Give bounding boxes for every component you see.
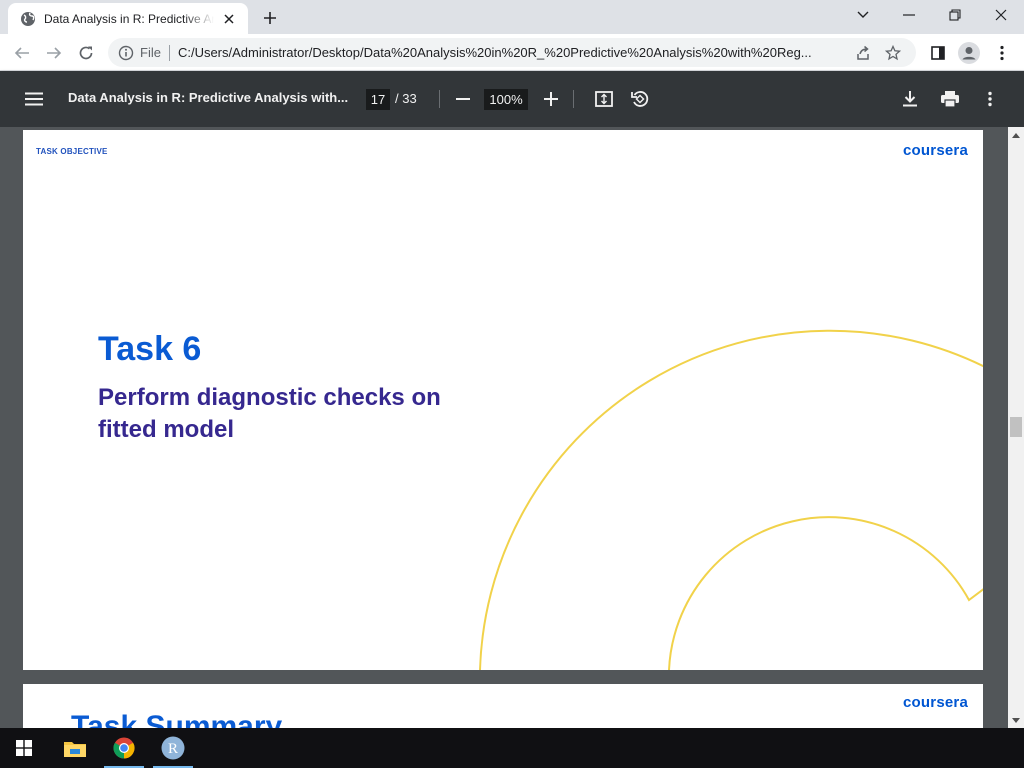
tab-strip: Data Analysis in R: Predictive Analysis …: [0, 0, 1024, 34]
fit-page-icon[interactable]: [592, 87, 616, 111]
star-icon[interactable]: [880, 40, 906, 66]
globe-icon: [20, 11, 36, 27]
menu-icon[interactable]: [22, 87, 46, 111]
info-icon[interactable]: [118, 45, 134, 61]
rotate-icon[interactable]: [628, 87, 652, 111]
kebab-menu-icon[interactable]: [988, 39, 1016, 67]
share-icon[interactable]: [850, 40, 876, 66]
tab-title: Data Analysis in R: Predictive Analysis …: [44, 11, 214, 26]
window-close-icon[interactable]: [978, 0, 1024, 30]
pdf-viewport[interactable]: TASK OBJECTIVE coursera Task 6 Perform d…: [0, 127, 1008, 728]
download-icon[interactable]: [898, 87, 922, 111]
svg-text:R: R: [168, 741, 178, 757]
zoom-level-input[interactable]: 100%: [484, 89, 528, 110]
r-app-icon[interactable]: R: [149, 728, 197, 768]
scroll-thumb[interactable]: [1010, 417, 1022, 437]
address-url[interactable]: C:/Users/Administrator/Desktop/Data%20An…: [178, 45, 846, 60]
coursera-logo: coursera: [903, 142, 968, 159]
pdf-page: TASK OBJECTIVE coursera Task 6 Perform d…: [23, 130, 983, 670]
slide-heading: Task Summary: [71, 710, 283, 728]
address-separator: [168, 44, 170, 61]
toolbar-divider: [439, 90, 440, 108]
chrome-icon[interactable]: [100, 728, 148, 768]
minimize-icon[interactable]: [886, 0, 932, 30]
scroll-up-icon[interactable]: [1008, 127, 1024, 143]
back-icon[interactable]: [8, 39, 36, 67]
zoom-in-icon[interactable]: [539, 87, 563, 111]
file-explorer-icon[interactable]: [51, 728, 99, 768]
pdf-page: coursera Task Summary: [23, 684, 983, 728]
address-bar[interactable]: File C:/Users/Administrator/Desktop/Data…: [108, 38, 916, 67]
pdf-title: Data Analysis in R: Predictive Analysis …: [68, 90, 349, 105]
reload-icon[interactable]: [72, 39, 100, 67]
tab-search-chevron-down-icon[interactable]: [840, 0, 886, 30]
side-panel-icon[interactable]: [924, 39, 952, 67]
page-total: / 33: [395, 91, 417, 106]
browser-toolbar: File C:/Users/Administrator/Desktop/Data…: [0, 34, 1024, 71]
toolbar-divider: [573, 90, 574, 108]
forward-icon[interactable]: [40, 39, 68, 67]
slide-heading: Task 6: [98, 330, 202, 368]
pdf-more-options-icon[interactable]: [978, 87, 1002, 111]
pdf-toolbar: Data Analysis in R: Predictive Analysis …: [0, 71, 1024, 127]
close-icon[interactable]: [220, 10, 238, 28]
scroll-down-icon[interactable]: [1008, 712, 1024, 728]
browser-tab[interactable]: Data Analysis in R: Predictive Analysis …: [8, 3, 248, 34]
plus-icon[interactable]: [258, 6, 282, 30]
vertical-scrollbar[interactable]: [1008, 127, 1024, 728]
profile-icon[interactable]: [955, 39, 983, 67]
restore-icon[interactable]: [932, 0, 978, 30]
coursera-logo: coursera: [903, 694, 968, 711]
windows-start-icon[interactable]: [0, 728, 48, 768]
zoom-out-icon[interactable]: [451, 87, 475, 111]
section-label: TASK OBJECTIVE: [36, 147, 108, 156]
slide-subheading: Perform diagnostic checks on fitted mode…: [98, 384, 441, 443]
address-scheme: File: [140, 45, 161, 60]
taskbar: R: [0, 728, 1024, 768]
print-icon[interactable]: [938, 87, 962, 111]
page-number-input[interactable]: 17: [366, 89, 390, 110]
